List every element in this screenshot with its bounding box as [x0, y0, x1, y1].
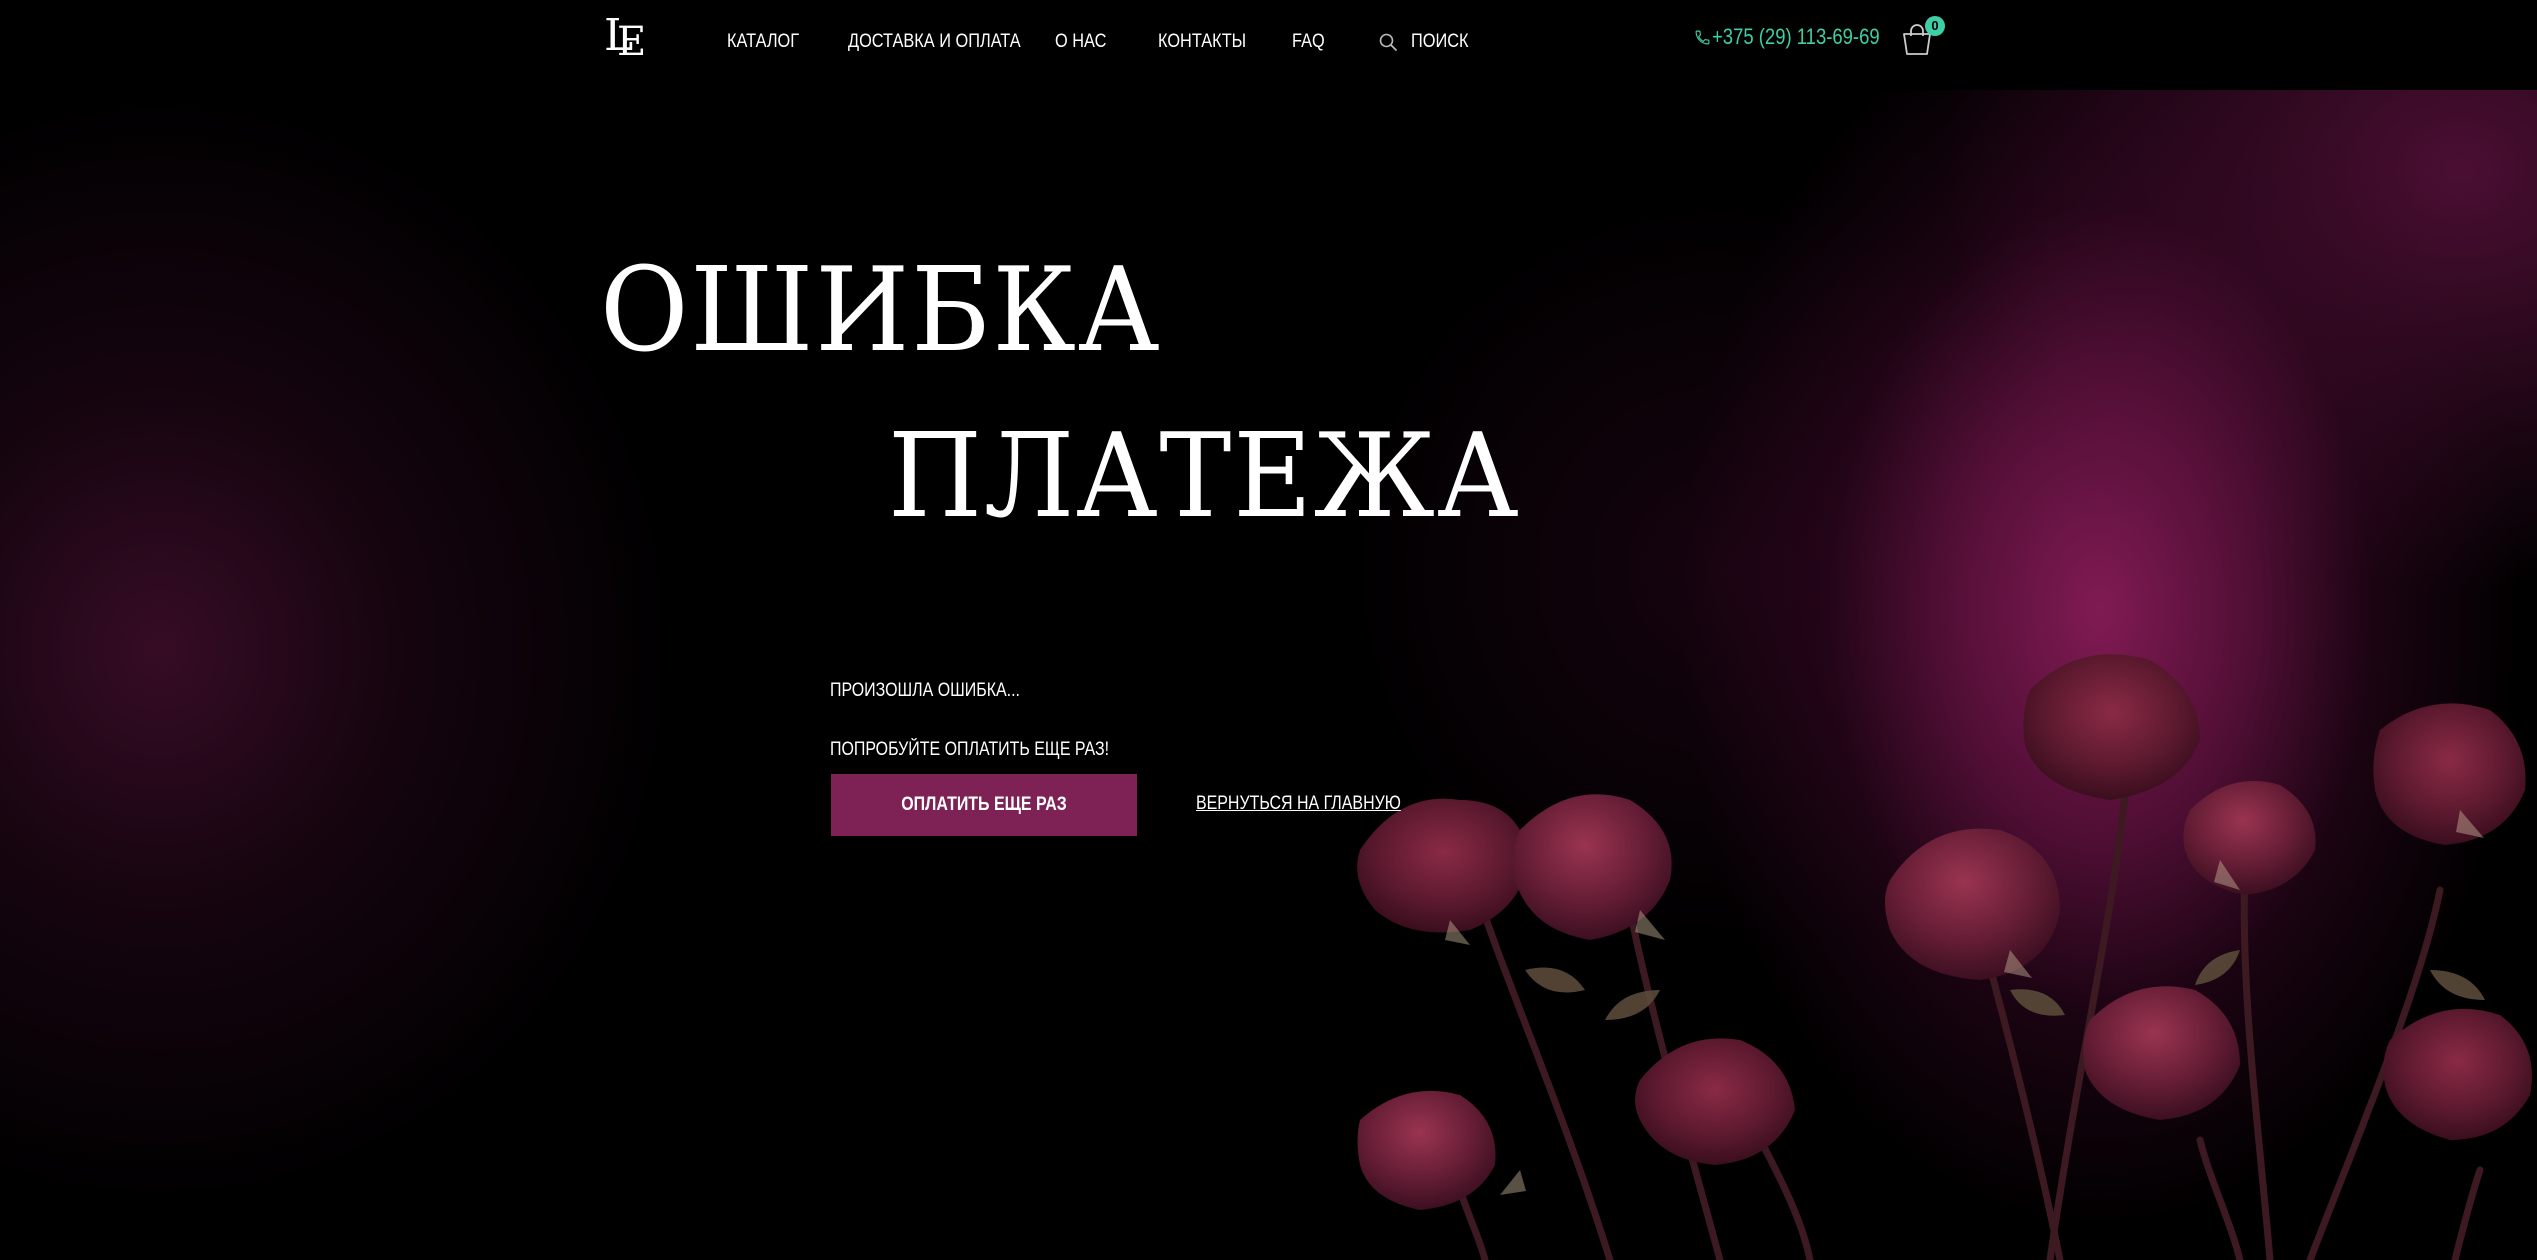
- nav-item-about[interactable]: О НАС: [1055, 28, 1106, 56]
- cart-button[interactable]: 0: [1900, 14, 1950, 58]
- nav-item-contacts[interactable]: КОНТАКТЫ: [1158, 28, 1246, 56]
- logo[interactable]: LE: [604, 10, 646, 65]
- phone-number: +375 (29) 113-69-69: [1712, 24, 1880, 49]
- phone-icon: [1695, 30, 1710, 45]
- nav-item-catalog[interactable]: КАТАЛОГ: [727, 28, 799, 56]
- payment-error-page: LE КАТАЛОГ ДОСТАВКА И ОПЛАТА О НАС КОНТА…: [0, 0, 2537, 1260]
- site-header: LE КАТАЛОГ ДОСТАВКА И ОПЛАТА О НАС КОНТА…: [0, 0, 2537, 90]
- search-label: ПОИСК: [1411, 31, 1469, 52]
- page-title-line-1: ОШИБКА: [600, 243, 1162, 378]
- dried-roses-image: [1357, 654, 2532, 1260]
- hero-section: ОШИБКА ПЛАТЕЖА ПРОИЗОШЛА ОШИБКА... ПОПРО…: [0, 90, 2537, 1260]
- search-icon: [1379, 33, 1397, 51]
- error-message: ПРОИЗОШЛА ОШИБКА...: [830, 680, 1020, 701]
- pay-again-label: ОПЛАТИТЬ ЕЩЕ РАЗ: [901, 794, 1067, 815]
- back-to-home-link[interactable]: ВЕРНУТЬСЯ НА ГЛАВНУЮ: [1196, 790, 1401, 818]
- nav-item-faq[interactable]: FAQ: [1292, 28, 1325, 56]
- nav-item-delivery[interactable]: ДОСТАВКА И ОПЛАТА: [848, 28, 1021, 56]
- pay-again-button[interactable]: ОПЛАТИТЬ ЕЩЕ РАЗ: [831, 774, 1137, 836]
- cart-count-badge: 0: [1925, 16, 1945, 36]
- retry-hint: ПОПРОБУЙТЕ ОПЛАТИТЬ ЕЩЕ РАЗ!: [830, 739, 1110, 760]
- page-title-line-2: ПЛАТЕЖА: [888, 409, 1521, 544]
